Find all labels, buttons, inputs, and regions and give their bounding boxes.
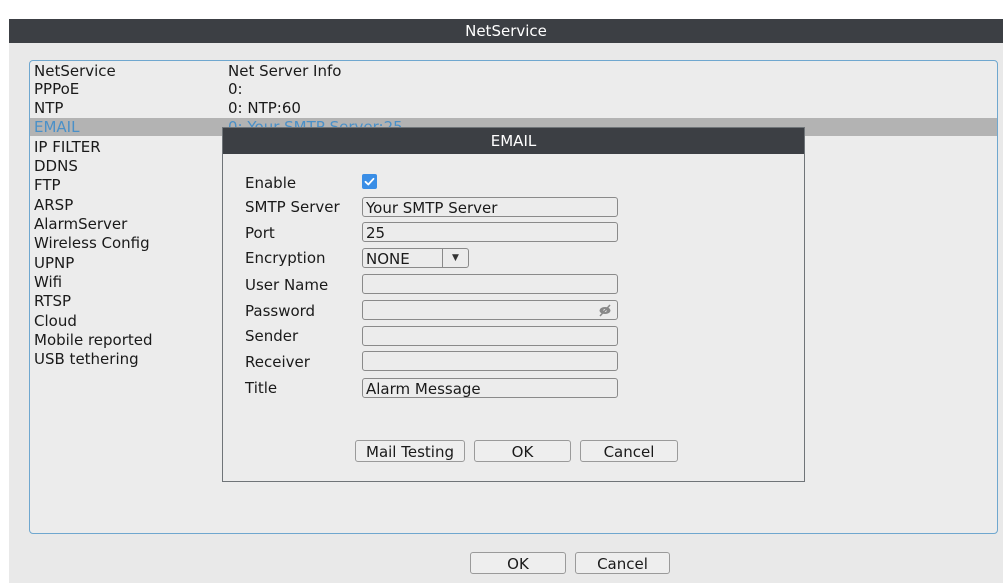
list-header: NetService Net Server Info [30, 62, 997, 80]
eye-slash-icon[interactable] [598, 304, 612, 319]
list-item-name: Wireless Config [34, 234, 150, 252]
header-netservice: NetService [34, 62, 116, 80]
password-label: Password [245, 302, 316, 320]
ok-button[interactable]: OK [470, 552, 566, 574]
dialog-title: EMAIL [223, 128, 804, 154]
encryption-label: Encryption [245, 249, 326, 267]
list-item-info: 0: NTP:60 [228, 99, 301, 117]
sender-field[interactable] [362, 326, 618, 346]
netservice-window: NetService NetService Net Server Info PP… [9, 19, 1003, 583]
title-field[interactable]: Alarm Message [362, 378, 618, 398]
header-net-server-info: Net Server Info [228, 62, 342, 80]
list-item-name: UPNP [34, 254, 75, 272]
list-item-name: DDNS [34, 157, 78, 175]
list-item-ntp[interactable]: NTP 0: NTP:60 [30, 99, 997, 117]
password-field[interactable] [362, 300, 618, 320]
mail-testing-button[interactable]: Mail Testing [355, 440, 465, 462]
list-item-pppoe[interactable]: PPPoE 0: [30, 80, 997, 98]
list-item-name: Cloud [34, 312, 77, 330]
checkmark-icon [364, 177, 375, 186]
list-item-name: PPPoE [34, 80, 80, 98]
sender-label: Sender [245, 327, 299, 345]
list-item-name: AlarmServer [34, 215, 128, 233]
list-item-name: FTP [34, 176, 61, 194]
enable-label: Enable [245, 174, 297, 192]
list-item-name: ARSP [34, 196, 74, 214]
dialog-cancel-button[interactable]: Cancel [580, 440, 678, 462]
encryption-value: NONE [366, 250, 410, 268]
user-name-field[interactable] [362, 274, 618, 294]
receiver-field[interactable] [362, 351, 618, 371]
list-item-name: IP FILTER [34, 138, 101, 156]
user-name-label: User Name [245, 276, 329, 294]
receiver-label: Receiver [245, 353, 310, 371]
cancel-button[interactable]: Cancel [575, 552, 670, 574]
port-field[interactable]: 25 [362, 222, 618, 242]
list-item-name: Wifi [34, 273, 63, 291]
list-item-name: RTSP [34, 292, 72, 310]
enable-checkbox[interactable] [362, 174, 377, 189]
encryption-select[interactable]: NONE ▼ [362, 248, 469, 268]
port-label: Port [245, 224, 275, 242]
window-title: NetService [9, 19, 1003, 43]
email-dialog: EMAIL Enable SMTP Server Your SMTP Serve… [222, 127, 805, 482]
list-item-name: Mobile reported [34, 331, 153, 349]
list-item-name: USB tethering [34, 350, 139, 368]
list-item-info: 0: [228, 80, 243, 98]
list-item-name: EMAIL [34, 118, 80, 136]
title-label: Title [245, 379, 278, 397]
dialog-ok-button[interactable]: OK [474, 440, 571, 462]
list-item-name: NTP [34, 99, 64, 117]
smtp-server-label: SMTP Server [245, 198, 340, 216]
chevron-down-icon: ▼ [442, 249, 468, 267]
smtp-server-field[interactable]: Your SMTP Server [362, 197, 618, 217]
